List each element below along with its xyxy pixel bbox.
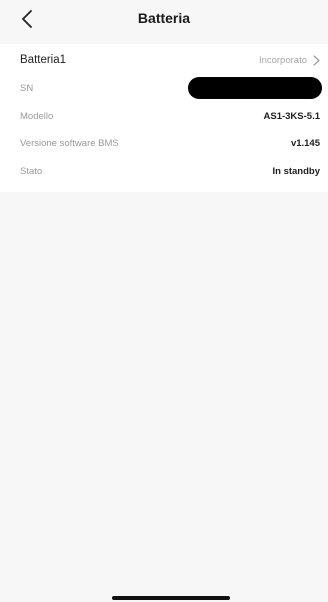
model-label: Modello	[20, 110, 54, 122]
model-value: AS1-3KS-5.1	[263, 110, 321, 122]
state-value: In standby	[272, 165, 320, 177]
battery-name: Batteria1	[20, 54, 67, 66]
chevron-right-icon	[313, 54, 320, 66]
state-label: Stato	[20, 165, 43, 177]
bms-version-label: Versione software BMS	[20, 137, 119, 149]
model-row: Modello AS1-3KS-5.1	[20, 105, 320, 127]
top-navigation-bar: Batteria	[0, 0, 328, 40]
state-row: Stato In standby	[20, 160, 320, 182]
battery-type-label: Incorporato	[258, 54, 307, 66]
battery-type-link[interactable]: Incorporato	[259, 55, 320, 66]
bms-version-row: Versione software BMS v1.145	[20, 132, 320, 154]
bms-version-value: v1.145	[290, 137, 320, 149]
battery-info-card: Batteria1 Incorporato SN Modello AS1-3KS…	[0, 44, 328, 192]
page-title: Batteria	[137, 10, 191, 26]
sn-row: SN	[20, 77, 322, 99]
sn-value-redacted	[188, 77, 322, 99]
battery-row[interactable]: Batteria1 Incorporato	[20, 49, 320, 71]
home-indicator[interactable]	[112, 596, 230, 600]
sn-label: SN	[20, 82, 34, 94]
